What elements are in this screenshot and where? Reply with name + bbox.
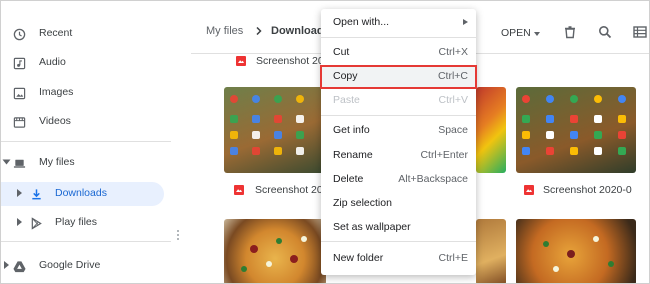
sidebar-item-label: Google Drive xyxy=(39,259,101,271)
pizza-image xyxy=(543,236,614,272)
delete-icon[interactable] xyxy=(563,25,577,39)
menu-item-zip-selection[interactable]: Zip selection xyxy=(321,192,476,214)
menu-item-rename[interactable]: Rename Ctrl+Enter xyxy=(321,144,476,166)
sidebar-resize-handle[interactable] xyxy=(177,229,183,243)
chevron-right-icon xyxy=(256,27,262,35)
menu-item-shortcut: Ctrl+X xyxy=(438,46,468,58)
menu-item-label: Zip selection xyxy=(333,197,392,209)
file-thumbnail[interactable] xyxy=(516,87,636,173)
menu-item-get-info[interactable]: Get info Space xyxy=(321,119,476,141)
file-name[interactable]: Screenshot 202 xyxy=(255,184,329,196)
menu-item-label: Delete xyxy=(333,173,364,185)
menu-item-set-as-wallpaper[interactable]: Set as wallpaper xyxy=(321,216,476,238)
pizza-image xyxy=(241,236,307,272)
menu-item-open-with[interactable]: Open with... xyxy=(321,11,476,33)
sidebar-item-label: My files xyxy=(39,156,75,168)
sidebar-item-recent[interactable]: Recent xyxy=(1,22,171,46)
chevron-down-icon[interactable] xyxy=(534,32,540,36)
menu-item-label: Rename xyxy=(333,149,373,161)
menu-item-label: Paste xyxy=(333,94,360,106)
image-file-icon xyxy=(236,56,246,66)
menu-item-label: Open with... xyxy=(333,16,390,28)
image-file-icon xyxy=(234,185,244,195)
sidebar-item-images[interactable]: Images xyxy=(1,81,171,105)
image-icon xyxy=(13,87,26,100)
menu-item-paste: Paste Ctrl+V xyxy=(321,89,476,111)
menu-separator xyxy=(321,241,476,242)
sidebar-item-label: Play files xyxy=(55,216,98,228)
menu-item-label: New folder xyxy=(333,252,384,264)
sidebar-item-downloads[interactable]: Downloads xyxy=(1,182,164,206)
file-thumbnail[interactable] xyxy=(476,219,506,283)
menu-item-shortcut: Alt+Backspace xyxy=(398,173,468,185)
sidebar-item-label: Recent xyxy=(39,27,73,39)
audio-icon xyxy=(13,57,26,70)
menu-item-label: Cut xyxy=(333,46,350,58)
breadcrumb-root[interactable]: My files xyxy=(206,25,243,37)
menu-item-delete[interactable]: Delete Alt+Backspace xyxy=(321,168,476,190)
sidebar-divider xyxy=(1,141,171,142)
submenu-arrow-icon xyxy=(463,19,468,25)
sidebar-item-label: Videos xyxy=(39,115,71,127)
download-icon xyxy=(32,189,41,200)
list-view-icon[interactable] xyxy=(633,25,647,39)
image-file-icon xyxy=(524,185,534,195)
search-icon[interactable] xyxy=(598,25,612,39)
menu-item-cut[interactable]: Cut Ctrl+X xyxy=(321,41,476,63)
sidebar-item-my-files[interactable]: My files xyxy=(1,151,171,175)
expand-arrow-icon[interactable] xyxy=(2,159,11,165)
sidebar-item-google-drive[interactable]: Google Drive xyxy=(1,254,171,278)
menu-item-shortcut: Ctrl+V xyxy=(438,94,468,106)
file-thumbnail[interactable] xyxy=(224,87,326,173)
file-thumbnail[interactable] xyxy=(476,87,506,173)
collapse-arrow-icon[interactable] xyxy=(17,189,22,197)
video-icon xyxy=(13,117,26,128)
sidebar-item-label: Audio xyxy=(39,56,66,68)
menu-item-shortcut: Space xyxy=(438,124,468,136)
sidebar-item-videos[interactable]: Videos xyxy=(1,110,171,134)
menu-item-shortcut: Ctrl+E xyxy=(438,252,468,264)
open-button[interactable]: OPEN xyxy=(501,27,531,39)
play-store-icon xyxy=(31,217,42,230)
menu-separator xyxy=(321,115,476,116)
collapse-arrow-icon[interactable] xyxy=(17,218,22,226)
sidebar-item-label: Images xyxy=(39,86,74,98)
app-grid-icon xyxy=(230,95,304,155)
menu-item-label: Set as wallpaper xyxy=(333,221,411,233)
collapse-arrow-icon[interactable] xyxy=(4,261,9,269)
sidebar-item-audio[interactable]: Audio xyxy=(1,51,171,75)
context-menu: Open with... Cut Ctrl+X Copy Ctrl+C Past… xyxy=(321,9,476,275)
copy-highlight-box xyxy=(320,65,477,89)
drive-icon xyxy=(13,261,26,273)
file-name[interactable]: Screenshot 2020-0 xyxy=(543,184,632,196)
sidebar-item-label: Downloads xyxy=(55,187,107,199)
menu-separator xyxy=(321,37,476,38)
menu-item-label: Get info xyxy=(333,124,370,136)
file-thumbnail[interactable] xyxy=(516,219,636,283)
laptop-icon xyxy=(13,159,26,168)
files-app-window: Recent Audio Images Videos My files Down… xyxy=(0,0,650,284)
file-name[interactable]: Screenshot 202 xyxy=(256,55,330,67)
clock-icon xyxy=(13,28,26,41)
app-grid-icon xyxy=(522,95,626,155)
menu-item-shortcut: Ctrl+Enter xyxy=(420,149,468,161)
sidebar: Recent Audio Images Videos My files Down… xyxy=(1,1,171,283)
sidebar-divider xyxy=(1,241,171,242)
menu-item-new-folder[interactable]: New folder Ctrl+E xyxy=(321,247,476,269)
file-thumbnail[interactable] xyxy=(224,219,326,283)
sidebar-item-play-files[interactable]: Play files xyxy=(1,211,171,235)
